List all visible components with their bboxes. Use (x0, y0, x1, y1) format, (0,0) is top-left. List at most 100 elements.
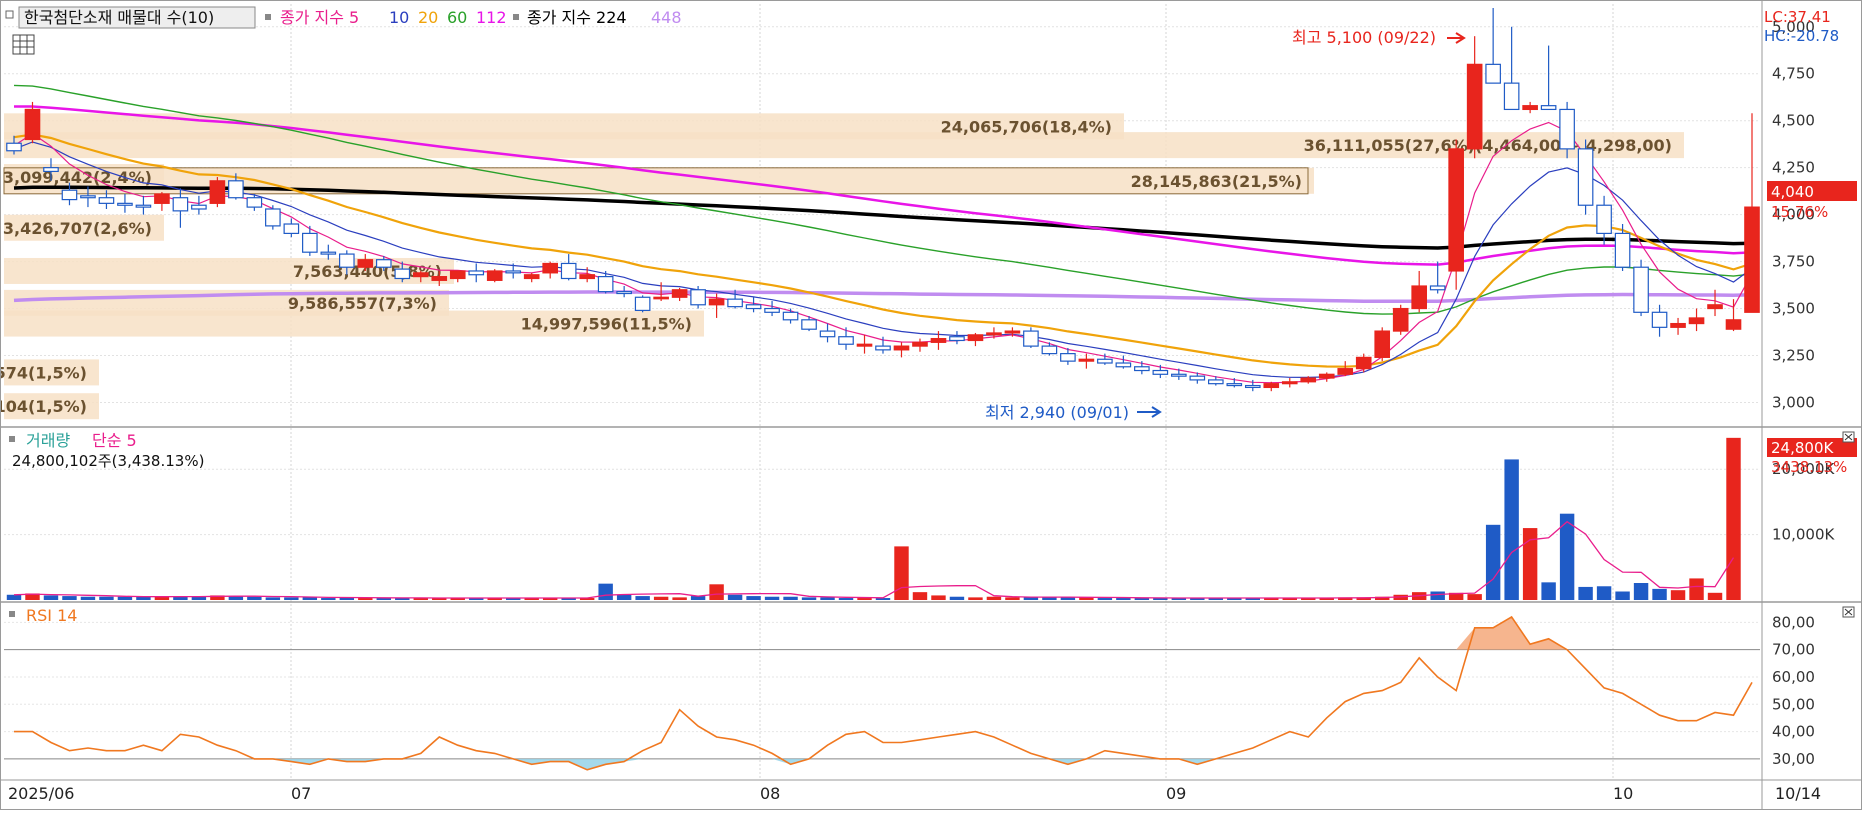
candle-body (468, 270, 485, 276)
candle-body (1023, 330, 1039, 347)
volume-profile-label: 1,931,574(1,5%) (0, 363, 87, 382)
volume-bar (321, 598, 336, 600)
volume-bar (62, 596, 77, 600)
price-tick-label: 3,000 (1772, 393, 1815, 411)
candle-body (745, 304, 762, 310)
volume-bar (912, 592, 928, 600)
candle-body (191, 204, 207, 210)
candle-body (24, 108, 41, 141)
volume-bar (672, 597, 687, 600)
candle-body (80, 195, 96, 199)
volume-bar (284, 597, 299, 600)
date-label: 10/14 (1775, 784, 1821, 803)
candle-body (1614, 232, 1631, 268)
candle-body (1300, 377, 1317, 383)
candle-body (375, 259, 392, 268)
candle-body (671, 289, 688, 298)
rsi-label[interactable]: RSI 14 (26, 606, 77, 625)
candle-body (486, 270, 503, 281)
volume-bar (894, 546, 909, 600)
volume-bar (820, 597, 835, 600)
ma112-label: 112 (476, 8, 507, 27)
indicator-title: 한국첨단소재 매물대 수(10) (24, 8, 214, 27)
price-tick-label: 4,500 (1772, 112, 1815, 130)
candle-body (542, 262, 559, 274)
candle-body (283, 223, 300, 235)
candle-body (431, 276, 448, 281)
candle-body (412, 272, 429, 278)
price-legend[interactable]: 한국첨단소재 매물대 수(10) 종가 지수 5 10 20 60 112 종가… (5, 6, 682, 29)
candle-body (1633, 266, 1649, 313)
volume-bar (1541, 582, 1556, 600)
candle-body (1429, 285, 1446, 291)
volume-bar (99, 596, 114, 600)
candle-body (949, 336, 965, 342)
volume-bar (43, 595, 59, 600)
current-change: 15.76% (1771, 203, 1828, 221)
chart-svg[interactable]: 24,065,706(18,4%) 36,111,055(27,6%)(4,464… (0, 0, 1862, 810)
legend-checkbox[interactable] (5, 10, 14, 19)
candle-body (1374, 330, 1391, 358)
volume-bar (1005, 597, 1020, 600)
volume-bar (635, 596, 650, 600)
volume-bar (1578, 586, 1593, 600)
volume-bar (1596, 586, 1612, 600)
volume-bar (1097, 598, 1113, 600)
volume-bar (857, 598, 872, 600)
volume-bar (302, 597, 318, 600)
volume-bar (1652, 588, 1667, 600)
volume-bar (1467, 594, 1482, 600)
volume-close-icon[interactable] (1842, 431, 1855, 443)
candle-body (523, 274, 540, 280)
candle-body (98, 197, 115, 204)
volume-profile-label: 14,997,596(11,5%) (521, 315, 692, 334)
candle-body (265, 208, 281, 227)
table-icon[interactable] (12, 34, 35, 55)
volume-bar (117, 596, 133, 600)
volume-bar (1430, 591, 1445, 600)
candle-body (449, 270, 466, 280)
volume-bar (1689, 578, 1704, 600)
candle-body (782, 311, 799, 321)
candle-body (727, 298, 743, 308)
candle-body (579, 274, 595, 280)
candle-body (1448, 148, 1464, 272)
candle-body (172, 197, 189, 212)
candle-body (1466, 63, 1483, 150)
candle-body (1707, 304, 1723, 310)
volume-profile-label: 1,965,104(1,5%) (0, 397, 87, 416)
volume-bar (358, 598, 373, 600)
current-price: 4,040 (1771, 183, 1814, 201)
rsi-close-icon[interactable] (1842, 606, 1855, 618)
candle-body (1263, 383, 1280, 389)
price-tick-label: 4,750 (1772, 65, 1815, 83)
volume-profile-label: 9,586,557(7,3%) (288, 294, 437, 313)
volume-bar (801, 597, 817, 600)
volume-tick-label: 10,000K (1772, 526, 1835, 544)
candle-body (302, 232, 318, 253)
candle-body (135, 204, 152, 208)
ma60-label: 60 (447, 8, 467, 27)
candle-body (856, 343, 873, 347)
candle-body (1060, 353, 1076, 362)
candle-body (893, 345, 910, 351)
ma5-label: 종가 지수 5 (280, 8, 359, 27)
price-tick-label: 3,750 (1772, 253, 1815, 271)
volume-profile-label: 28,145,863(21,5%) (1131, 172, 1302, 191)
candle-body (930, 337, 947, 343)
price-tick-label: 3,250 (1772, 347, 1815, 365)
volume-bar (616, 594, 632, 600)
volume-bar (653, 596, 669, 600)
candle-body (1651, 311, 1668, 328)
hc-label: HC:-20.78 (1764, 27, 1839, 45)
volume-legend-marker (9, 436, 15, 442)
ma10-label: 10 (389, 8, 409, 27)
volume-bar (746, 596, 761, 600)
volume-label: 거래량 (26, 431, 70, 450)
candle-body (1207, 379, 1224, 385)
ma448-label: 448 (651, 8, 682, 27)
volume-bar (1633, 583, 1649, 600)
candle-body (616, 291, 632, 295)
ma20-label: 20 (418, 8, 438, 27)
volume-profile-label: 36,111,055(27,6%)(4,464,00 ~ 4,298,00) (1304, 136, 1672, 155)
